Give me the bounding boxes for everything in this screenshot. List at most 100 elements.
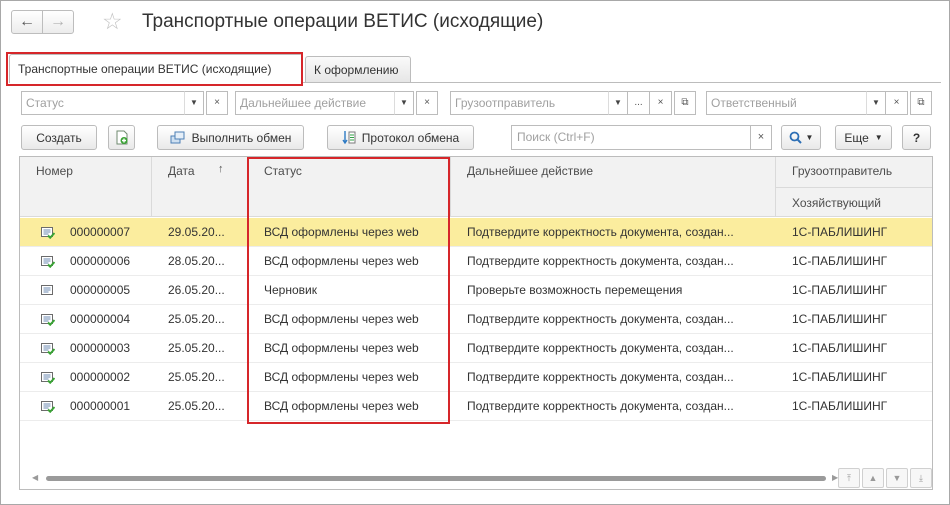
table-header: Номер Дата ↑ Статус Дальнейшее действие … — [20, 157, 932, 217]
chevron-down-icon[interactable]: ▼ — [394, 91, 414, 115]
filter-responsible: Ответственный ▼ × ⧉ — [706, 91, 932, 115]
responsible-filter-placeholder: Ответственный — [711, 96, 797, 110]
table-row[interactable]: 000000006 28.05.20... ВСД оформлены через … — [20, 247, 932, 276]
run-exchange-label: Выполнить обмен — [191, 130, 292, 145]
search-box: Поиск (Ctrl+F) × — [511, 125, 772, 150]
cell-next-action: Проверьте возможность перемещения — [467, 283, 683, 297]
create-button-label: Создать — [36, 130, 82, 145]
scroll-down-button[interactable]: ▼ — [886, 468, 908, 488]
scrollbar-thumb[interactable] — [46, 476, 826, 481]
cell-number: 000000001 — [70, 399, 131, 413]
cell-next-action: Подтвердите корректность документа, созд… — [467, 370, 734, 384]
cell-number: 000000003 — [70, 341, 131, 355]
cell-status: ВСД оформлены через web — [264, 399, 419, 413]
back-button[interactable]: ← — [11, 10, 43, 34]
cell-shipper: 1С-ПАБЛИШИНГ — [792, 341, 888, 355]
select-shipper-button[interactable]: ... — [628, 91, 650, 115]
table-row[interactable]: 000000004 25.05.20... ВСД оформлены через … — [20, 305, 932, 334]
cell-next-action: Подтвердите корректность документа, созд… — [467, 254, 734, 268]
table-row[interactable]: 000000002 25.05.20... ВСД оформлены через … — [20, 363, 932, 392]
horizontal-scrollbar[interactable]: ◀ ▶ ⤒ ▲ ▼ ⤓ — [20, 467, 932, 489]
cell-status: ВСД оформлены через web — [264, 312, 419, 326]
cell-shipper: 1С-ПАБЛИШИНГ — [792, 283, 888, 297]
scroll-to-top-button[interactable]: ⤒ — [838, 468, 860, 488]
tab-to-process[interactable]: К оформлению — [305, 56, 411, 82]
run-exchange-button[interactable]: Выполнить обмен — [157, 125, 304, 150]
cell-date: 28.05.20... — [168, 254, 225, 268]
help-button[interactable]: ? — [902, 125, 931, 150]
document-posted-icon — [41, 343, 55, 355]
forward-button[interactable]: → — [42, 10, 74, 34]
filter-shipper: Грузоотправитель ▼ ... × ⧉ — [450, 91, 696, 115]
cell-shipper: 1С-ПАБЛИШИНГ — [792, 370, 888, 384]
status-filter-input[interactable]: Статус — [21, 91, 184, 115]
star-icon[interactable]: ☆ — [102, 7, 123, 35]
document-draft-icon — [41, 285, 53, 295]
cell-shipper: 1С-ПАБЛИШИНГ — [792, 312, 888, 326]
cell-date: 29.05.20... — [168, 225, 225, 239]
tab-label: Транспортные операции ВЕТИС (исходящие) — [18, 62, 272, 76]
cell-status: ВСД оформлены через web — [264, 254, 419, 268]
table-row[interactable]: 000000007 29.05.20... ВСД оформлены через … — [20, 218, 932, 247]
chevron-down-icon[interactable]: ▼ — [184, 91, 204, 115]
cell-number: 000000006 — [70, 254, 131, 268]
cell-shipper: 1С-ПАБЛИШИНГ — [792, 254, 888, 268]
page-title: Транспортные операции ВЕТИС (исходящие) — [142, 11, 544, 32]
add-document-icon — [116, 130, 127, 145]
column-shipper-label: Грузоотправитель — [792, 164, 893, 178]
column-header-status[interactable]: Статус — [248, 157, 451, 217]
help-button-label: ? — [912, 130, 921, 145]
chevron-down-icon[interactable]: ▼ — [866, 91, 886, 115]
document-posted-icon — [41, 256, 55, 268]
clear-next-action-button[interactable]: × — [416, 91, 438, 115]
create-button[interactable]: Создать — [21, 125, 97, 150]
table-row[interactable]: 000000005 26.05.20... Черновик Проверьте во… — [20, 276, 932, 305]
create-copy-button[interactable] — [108, 125, 135, 150]
cell-status: Черновик — [264, 283, 317, 297]
more-button[interactable]: Еще ▼ — [835, 125, 892, 150]
arrow-right-icon: → — [50, 13, 66, 30]
column-header-shipper[interactable]: Грузоотправитель Хозяйствующий — [776, 157, 932, 217]
shipper-filter-input[interactable]: Грузоотправитель — [450, 91, 608, 115]
open-window-icon: ⧉ — [917, 97, 925, 108]
cell-date: 25.05.20... — [168, 399, 225, 413]
column-header-number[interactable]: Номер — [20, 157, 152, 217]
column-subheader-entity[interactable]: Хозяйствующий — [776, 187, 932, 210]
exchange-log-button[interactable]: Протокол обмена — [327, 125, 474, 150]
table-row[interactable]: 000000003 25.05.20... ВСД оформлены через … — [20, 334, 932, 363]
cell-next-action: Подтвердите корректность документа, созд… — [467, 399, 734, 413]
chevron-down-icon: ▼ — [805, 133, 814, 142]
next-action-filter-placeholder: Дальнейшее действие — [240, 96, 366, 110]
scroll-up-button[interactable]: ▲ — [862, 468, 884, 488]
responsible-filter-input[interactable]: Ответственный — [706, 91, 866, 115]
column-header-date[interactable]: Дата ↑ — [152, 157, 248, 217]
column-number-label: Номер — [36, 164, 73, 178]
table-row[interactable]: 000000001 25.05.20... ВСД оформлены через … — [20, 392, 932, 421]
clear-status-button[interactable]: × — [206, 91, 228, 115]
arrow-left-icon: ← — [19, 13, 35, 30]
operations-table: Номер Дата ↑ Статус Дальнейшее действие … — [19, 156, 933, 490]
clear-shipper-button[interactable]: × — [650, 91, 672, 115]
clear-responsible-button[interactable]: × — [886, 91, 908, 115]
chevron-down-icon[interactable]: ▼ — [608, 91, 628, 115]
cell-number: 000000007 — [70, 225, 131, 239]
jump-top-icon: ⤒ — [847, 473, 851, 483]
open-responsible-button[interactable]: ⧉ — [910, 91, 932, 115]
column-header-next-action[interactable]: Дальнейшее действие — [451, 157, 776, 217]
search-options-button[interactable]: ▼ — [781, 125, 821, 150]
scroll-to-bottom-button[interactable]: ⤓ — [910, 468, 932, 488]
next-action-filter-input[interactable]: Дальнейшее действие — [235, 91, 394, 115]
search-input[interactable]: Поиск (Ctrl+F) — [511, 125, 750, 150]
cell-date: 25.05.20... — [168, 370, 225, 384]
document-posted-icon — [41, 227, 55, 239]
open-shipper-button[interactable]: ⧉ — [674, 91, 696, 115]
cell-number: 000000004 — [70, 312, 131, 326]
clear-search-button[interactable]: × — [750, 125, 772, 150]
tab-outgoing-operations[interactable]: Транспортные операции ВЕТИС (исходящие) — [9, 54, 303, 83]
scroll-left-icon[interactable]: ◀ — [32, 473, 38, 482]
chevron-down-icon: ▼ — [892, 473, 902, 483]
log-icon — [342, 131, 356, 145]
document-posted-icon — [41, 401, 55, 413]
document-posted-icon — [41, 314, 55, 326]
document-posted-icon — [41, 372, 55, 384]
